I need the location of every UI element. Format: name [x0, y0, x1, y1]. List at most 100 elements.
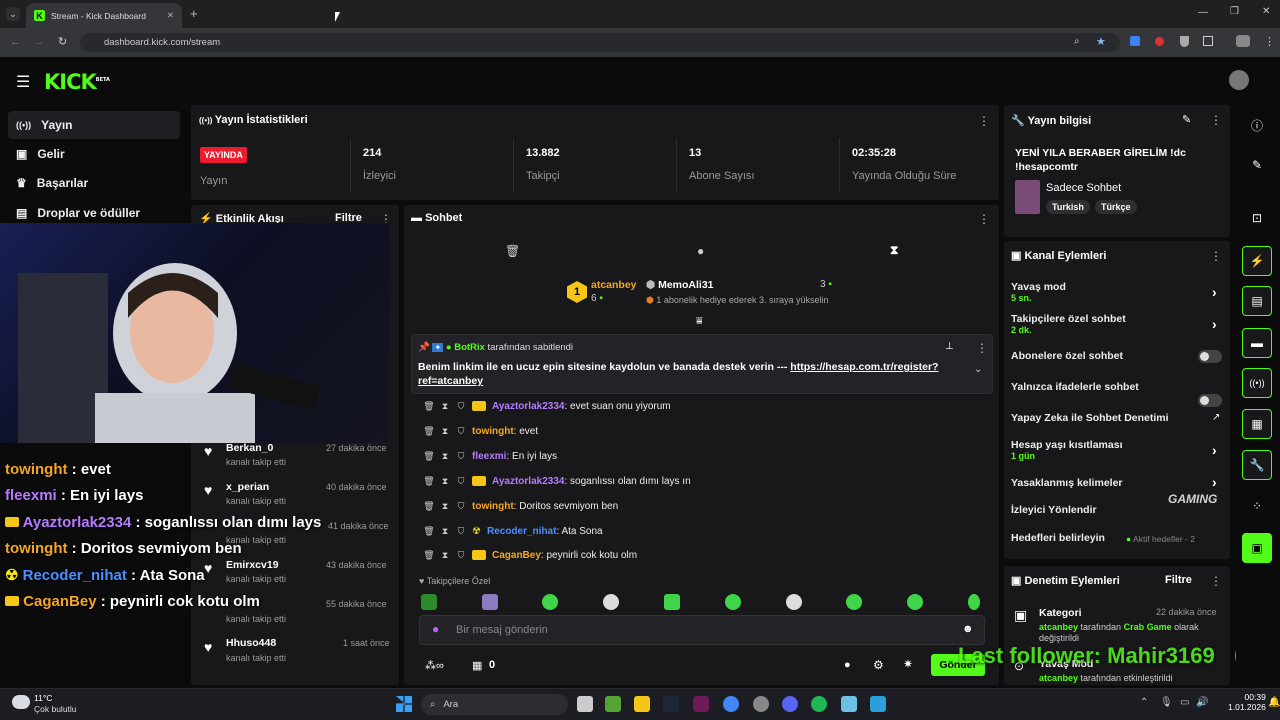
chat-username[interactable]: CaganBey — [492, 550, 541, 561]
delete-icon[interactable]: 🗑 — [423, 476, 434, 486]
pinned-menu-icon[interactable]: ⋮ — [976, 341, 988, 355]
ban-icon[interactable]: ⛉ — [456, 401, 466, 411]
chrome-icon[interactable] — [723, 696, 739, 712]
forward-icon[interactable]: → — [34, 36, 45, 48]
ban-icon[interactable]: ⛉ — [456, 501, 466, 511]
ban-icon[interactable]: ⛉ — [456, 451, 466, 461]
address-bar[interactable]: dashboard.kick.com/stream — [80, 33, 1120, 52]
hourglass-icon[interactable]: ⧗ — [890, 243, 898, 258]
emoji-icon[interactable]: ☻ — [962, 623, 974, 635]
chevron-right-icon[interactable]: › — [1212, 316, 1217, 332]
chat-username[interactable]: towinght — [472, 501, 514, 512]
ban-icon[interactable]: ⛉ — [456, 476, 466, 486]
emote-icon[interactable] — [846, 594, 862, 610]
tag-pill[interactable]: Turkish — [1046, 200, 1090, 214]
document-icon[interactable]: ▤ — [1242, 286, 1272, 316]
chat-username[interactable]: fleexmi — [472, 451, 506, 462]
tag-pill[interactable]: Türkçe — [1095, 200, 1137, 214]
emote-icon[interactable] — [968, 594, 980, 610]
task-view-icon[interactable] — [577, 696, 593, 712]
emote-icon[interactable] — [603, 594, 619, 610]
maximize-icon[interactable]: ❐ — [1230, 6, 1239, 17]
emote-icon[interactable] — [907, 594, 923, 610]
edit-pencil-icon[interactable]: ✎ — [1182, 113, 1191, 126]
emote-icon[interactable] — [725, 594, 741, 610]
channel-actions-menu-icon[interactable]: ⋮ — [1210, 249, 1222, 263]
broadcast-icon[interactable]: ((•)) — [1242, 368, 1272, 398]
timeout-icon[interactable]: ⧗ — [440, 526, 450, 536]
zoom-icon[interactable]: ⌕ — [1074, 36, 1080, 47]
profile-icon[interactable] — [1236, 35, 1250, 47]
settings-gear-icon[interactable]: ⚙ — [873, 658, 884, 672]
goals-row[interactable]: Hedefleri belirleyin — [1011, 532, 1105, 544]
minecraft-icon[interactable] — [605, 696, 621, 712]
wrench-icon[interactable]: 🔧 — [1242, 450, 1272, 480]
ban-icon[interactable]: ⛉ — [456, 426, 466, 436]
hamburger-menu-icon[interactable]: ☰ — [16, 72, 30, 92]
delete-icon[interactable]: 🗑 — [423, 451, 434, 461]
timeout-icon[interactable]: ⧗ — [440, 426, 450, 436]
volume-icon[interactable]: 🔊 — [1196, 697, 1208, 708]
pinned-by-user[interactable]: BotRix — [454, 342, 485, 353]
chevron-right-icon[interactable]: › — [1212, 442, 1217, 458]
event-name[interactable]: Berkan_0 — [226, 442, 273, 454]
network-icon[interactable]: ▭ — [1180, 697, 1189, 708]
weather-temp[interactable]: 11°C — [34, 693, 52, 703]
taskbar-search[interactable]: ⌕ Ara — [421, 694, 568, 715]
slow-mode-row[interactable]: Yavaş mod 5 sn. — [1011, 281, 1066, 303]
info-icon[interactable]: ⓘ — [1242, 110, 1272, 140]
close-window-icon[interactable]: ✕ — [1262, 6, 1270, 17]
banned-words-row[interactable]: Yasaklanmış kelimeler — [1011, 477, 1123, 489]
notification-bell-icon[interactable]: 🔔 — [1268, 697, 1280, 708]
timeout-icon[interactable]: ⧗ — [440, 476, 450, 486]
extensions-puzzle-icon[interactable] — [1203, 36, 1213, 46]
stream-info-menu-icon[interactable]: ⋮ — [1210, 113, 1222, 127]
browser-menu-icon[interactable]: ⋮ — [1264, 35, 1275, 48]
steam-icon[interactable] — [663, 696, 679, 712]
mod-icon[interactable]: ✷ — [903, 657, 913, 671]
event-name[interactable]: Emirxcv19 — [226, 559, 279, 571]
delete-icon[interactable]: 🗑 — [423, 426, 434, 436]
back-icon[interactable]: ← — [10, 36, 21, 48]
timeout-icon[interactable]: ⧗ — [440, 501, 450, 511]
tray-chevron-icon[interactable]: ⌃ — [1140, 697, 1148, 708]
chat-username[interactable]: Recoder_nihat — [487, 526, 556, 537]
delete-icon[interactable]: 🗑 — [423, 526, 434, 536]
store-icon[interactable]: ▦ — [472, 659, 482, 672]
clock[interactable]: 00:39 1.01.2026 — [1228, 692, 1266, 712]
chat-username[interactable]: towinght — [472, 426, 514, 437]
event-name[interactable]: Hhuso448 — [226, 637, 276, 649]
app-taskbar-icon[interactable] — [841, 696, 857, 712]
subs-only-toggle[interactable] — [1198, 350, 1222, 363]
bolt-icon[interactable]: ⚡ — [1242, 246, 1272, 276]
timeout-icon[interactable]: ⧗ — [440, 451, 450, 461]
timeout-icon[interactable]: ⧗ — [440, 550, 450, 560]
spotify-icon[interactable] — [811, 696, 827, 712]
chat-bubble-icon[interactable]: ● — [697, 244, 704, 258]
expand-leaderboard-icon[interactable]: ⩸ — [696, 315, 703, 328]
mod-event-user[interactable]: atcanbey — [1039, 673, 1078, 683]
tab-list-button[interactable]: ⌄ — [6, 7, 20, 21]
mod-actions-menu-icon[interactable]: ⋮ — [1210, 574, 1222, 588]
file-explorer-icon[interactable] — [634, 696, 650, 712]
emote-icon[interactable] — [542, 594, 558, 610]
edit-pencil-icon[interactable]: ✎ — [1242, 150, 1272, 180]
minimize-icon[interactable]: — — [1198, 7, 1208, 18]
delete-icon[interactable]: 🗑 — [423, 550, 434, 560]
app-taskbar-icon[interactable] — [870, 696, 886, 712]
sidebar-item-yayin[interactable]: ((•)) Yayın — [8, 111, 180, 139]
ban-icon[interactable]: ⛉ — [456, 550, 466, 560]
emote-icon[interactable] — [482, 594, 498, 610]
app-taskbar-icon[interactable] — [693, 696, 709, 712]
store-icon[interactable]: ▦ — [1242, 409, 1272, 439]
chat-bubble-icon[interactable]: ● — [844, 659, 851, 671]
chevron-right-icon[interactable]: › — [1212, 284, 1217, 300]
trash-icon[interactable]: 🗑 — [505, 244, 520, 258]
new-tab-button[interactable]: + — [190, 6, 198, 21]
delete-icon[interactable]: 🗑 — [423, 401, 434, 411]
emotes-only-toggle[interactable] — [1198, 394, 1222, 407]
sidebar-item-gelir[interactable]: ▣ Gelir — [8, 140, 180, 168]
delete-icon[interactable]: 🗑 — [423, 501, 434, 511]
browser-tab[interactable]: K Stream - Kick Dashboard ✕ — [26, 3, 182, 28]
extension-shield-icon[interactable] — [1180, 36, 1189, 47]
